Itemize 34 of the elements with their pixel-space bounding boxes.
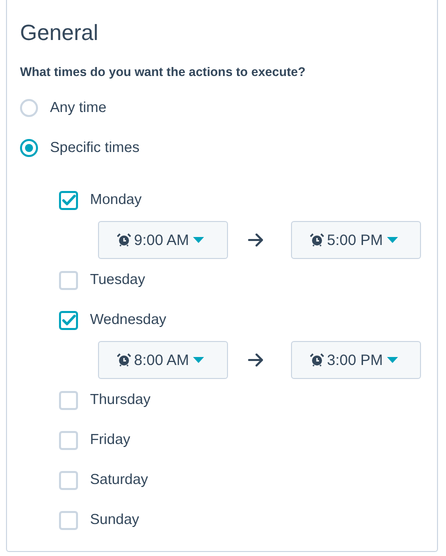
checkbox[interactable] <box>59 470 78 490</box>
checkbox-label[interactable]: Thursday <box>90 392 150 408</box>
checkbox-label[interactable]: Saturday <box>90 472 148 488</box>
section-title: General <box>20 19 100 47</box>
checkbox[interactable] <box>59 310 78 330</box>
time-dropdown[interactable]: 9:00 AM <box>98 221 228 259</box>
checkbox-label[interactable]: Monday <box>90 192 142 208</box>
alarm-clock-icon <box>310 353 324 367</box>
alarm-clock-icon <box>310 233 324 247</box>
caret-icon <box>193 237 204 243</box>
checkbox[interactable] <box>59 190 78 210</box>
time-dropdown[interactable]: 3:00 PM <box>291 341 421 379</box>
question-label: What times do you want the actions to execute? <box>20 64 306 81</box>
checkbox-label[interactable]: Sunday <box>90 512 140 528</box>
checkbox[interactable] <box>59 430 78 450</box>
caret-icon <box>386 357 398 363</box>
time-dropdown[interactable]: 5:00 PM <box>291 221 421 259</box>
arrow-right-icon <box>248 233 264 247</box>
radio-label[interactable]: Specific times <box>50 140 140 156</box>
checkbox[interactable] <box>59 270 78 290</box>
caret-icon <box>386 237 398 243</box>
time-dropdown[interactable]: 8:00 AM <box>98 341 228 379</box>
caret-icon <box>193 357 204 363</box>
checkbox[interactable] <box>59 390 78 410</box>
alarm-clock-icon <box>117 353 131 367</box>
alarm-clock-icon <box>117 233 131 247</box>
arrow-right-icon <box>248 353 264 367</box>
radio-button[interactable] <box>20 139 38 157</box>
checkbox-label[interactable]: Tuesday <box>90 272 146 288</box>
radio-label[interactable]: Any time <box>50 100 106 116</box>
checkbox-label[interactable]: Wednesday <box>90 312 166 328</box>
checkbox[interactable] <box>59 510 78 530</box>
radio-button[interactable] <box>20 99 38 117</box>
checkbox-label[interactable]: Friday <box>90 432 130 448</box>
